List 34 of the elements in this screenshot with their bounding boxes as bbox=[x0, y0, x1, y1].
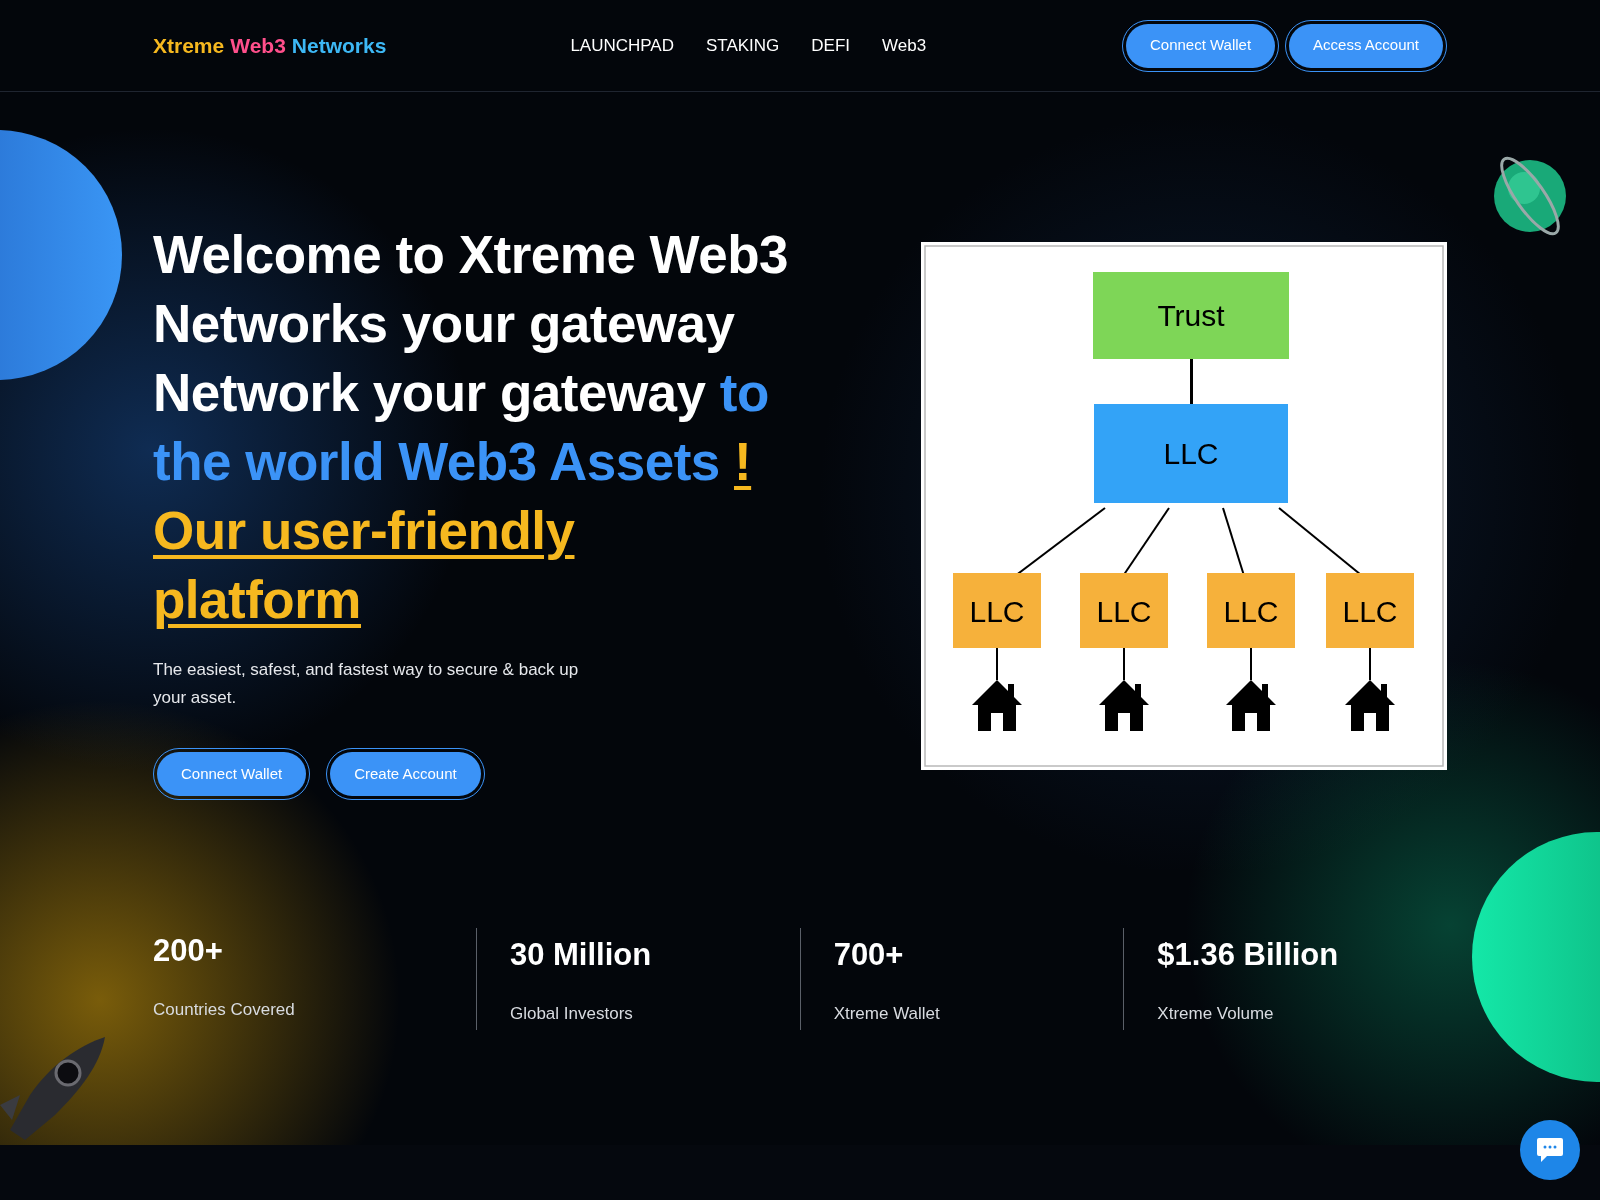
house-icon bbox=[1226, 680, 1276, 731]
logo-word[interactable]: Web3 bbox=[230, 29, 286, 62]
hero-subtitle: The easiest, safest, and fastest way to secure & back up your asset. bbox=[153, 659, 580, 709]
stat-value: 200+ bbox=[153, 932, 224, 970]
stat-value: 30 Million bbox=[509, 936, 653, 974]
connector-line bbox=[1250, 647, 1252, 681]
nav-link[interactable]: LAUNCHPAD bbox=[570, 32, 674, 59]
house-icon bbox=[1345, 680, 1395, 731]
connector-line bbox=[996, 647, 998, 681]
stat-label: Countries Covered bbox=[153, 998, 296, 1021]
connector-line bbox=[1123, 647, 1125, 681]
logo-word[interactable]: Xtreme bbox=[153, 29, 225, 62]
llc-node: LLC bbox=[1094, 404, 1288, 503]
nav-link[interactable]: DEFI bbox=[811, 32, 851, 59]
connector-line bbox=[1190, 359, 1193, 405]
llc-node: LLC bbox=[953, 573, 1041, 648]
stat-label: Xtreme Wallet bbox=[833, 1002, 941, 1025]
llc-node: LLC bbox=[1326, 573, 1414, 648]
house-icon bbox=[972, 680, 1022, 731]
chat-button[interactable] bbox=[1520, 1120, 1580, 1180]
stat-label: Xtreme Volume bbox=[1157, 1002, 1275, 1025]
house-icon bbox=[1099, 680, 1149, 731]
llc-node: LLC bbox=[1080, 573, 1168, 648]
hero-heading: Welcome to Xtreme Web3 Networks your gateway Network your gateway to the world Web3 Assets ! Our user-friendly platform bbox=[153, 224, 789, 631]
connector-line bbox=[1369, 647, 1371, 681]
logo-word[interactable]: Networks bbox=[291, 29, 387, 62]
trust-node: Trust bbox=[1093, 272, 1289, 359]
nav-link[interactable]: STAKING bbox=[705, 32, 780, 59]
chat-icon bbox=[1535, 1136, 1565, 1164]
stat-label: Global Investors bbox=[509, 1002, 634, 1025]
stat-value: 700+ bbox=[833, 936, 905, 974]
nav-link[interactable]: Web3 bbox=[882, 32, 927, 59]
stat-value: $1.36 Billion bbox=[1157, 936, 1340, 974]
llc-node: LLC bbox=[1207, 573, 1295, 648]
